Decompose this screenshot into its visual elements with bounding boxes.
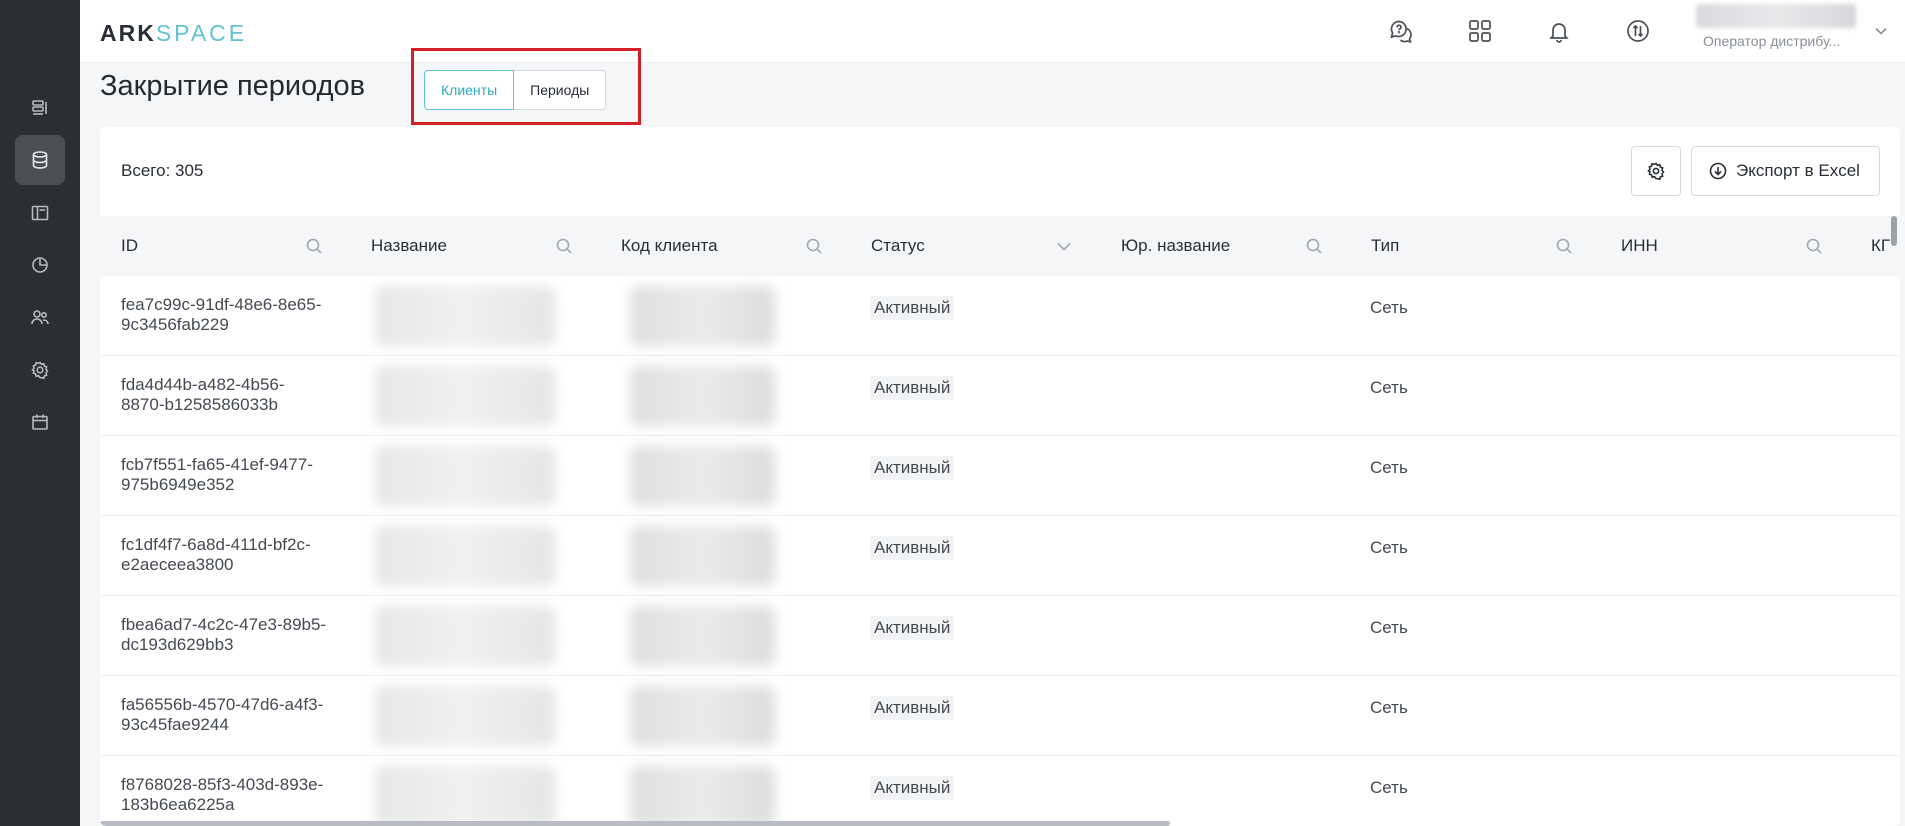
table-row[interactable]: fc1df4f7-6a8d-411d-bf2c-e2aeceea3800 Акт… [100,516,1900,596]
sync-icon[interactable] [1624,17,1652,45]
status-badge: Активный [870,536,955,560]
redacted-name [375,446,555,506]
user-name [1696,4,1856,28]
search-icon[interactable] [805,237,823,255]
search-icon[interactable] [1555,237,1573,255]
table-header: ID Название Код клиента Статус Юр. назва… [100,216,1900,276]
sidebar-item-panels[interactable] [15,188,65,238]
redacted-name [375,366,555,426]
panel-icon [31,205,49,221]
search-icon[interactable] [555,237,573,255]
export-label: Экспорт в Excel [1736,161,1860,180]
user-role: Оператор дистрибу... [1703,33,1841,49]
chevron-down-icon[interactable] [1055,237,1073,255]
column-header-client-code[interactable]: Код клиента [600,216,850,276]
list-layout-icon [32,100,47,115]
id-cell: f8768028-85f3-403d-893e- 183b6ea6225a [121,775,324,814]
sidebar-item-reports[interactable] [15,83,65,133]
logo[interactable]: ARKSPACE [100,20,247,47]
apps-grid-icon[interactable] [1466,17,1494,45]
user-menu[interactable]: Оператор дистрибу... [1696,2,1887,57]
redacted-client-code [630,526,775,586]
export-excel-button[interactable]: Экспорт в Excel [1691,146,1880,196]
redacted-client-code [630,366,775,426]
type-cell: Сеть [1370,778,1408,797]
redacted-client-code [630,286,775,346]
sidebar-item-users[interactable] [15,292,65,342]
tab-clients[interactable]: Клиенты [424,70,515,110]
id-cell: fa56556b-4570-47d6-a4f3- 93c45fae9244 [121,695,324,734]
redacted-name [375,766,555,826]
table-row[interactable]: fa56556b-4570-47d6-a4f3- 93c45fae9244 Акт… [100,676,1900,756]
table-row[interactable]: fda4d44b-a482-4b56- 8870-b1258586033b Акт… [100,356,1900,436]
redacted-name [375,686,555,746]
calendar-icon [32,414,48,430]
column-header-legal-name[interactable]: Юр. название [1100,216,1350,276]
redacted-name [375,286,555,346]
sidebar-item-settings[interactable] [15,345,65,395]
status-badge: Активный [870,616,955,640]
gear-icon [1647,162,1665,181]
type-cell: Сеть [1370,538,1408,557]
status-badge: Активный [870,456,955,480]
gear-icon [31,361,49,380]
table-row[interactable]: fea7c99c-91df-48e6-8e65- 9c3456fab229 Акт… [100,276,1900,356]
vertical-scrollbar[interactable] [1891,216,1897,246]
id-cell: fc1df4f7-6a8d-411d-bf2c-e2aeceea3800 [121,535,311,574]
search-icon[interactable] [305,237,323,255]
users-icon [31,310,49,325]
column-header-name[interactable]: Название [350,216,600,276]
redacted-name [375,606,555,666]
page-title: Закрытие периодов [100,70,366,102]
sidebar-item-calendar[interactable] [15,397,65,447]
status-badge: Активный [870,696,955,720]
database-icon [32,151,48,169]
total-count: Всего: 305 [121,161,204,180]
column-header-status[interactable]: Статус [850,216,1100,276]
column-header-inn[interactable]: ИНН [1600,216,1850,276]
table-row[interactable]: fcb7f551-fa65-41ef-9477- 975b6949e352 Акт… [100,436,1900,516]
sidebar-item-database[interactable] [15,135,65,185]
pie-chart-icon [32,257,48,273]
redacted-client-code [630,686,775,746]
status-badge: Активный [870,376,955,400]
id-cell: fbea6ad7-4c2c-47e3-89b5- dc193d629bb3 [121,615,327,654]
download-icon [1709,162,1727,180]
table-row[interactable]: f8768028-85f3-403d-893e- 183b6ea6225a Акт… [100,756,1900,826]
sidebar-item-analytics[interactable] [15,240,65,290]
type-cell: Сеть [1370,458,1408,477]
view-tabs: Клиенты Периоды [424,70,607,110]
tab-periods[interactable]: Периоды [514,70,607,110]
horizontal-scrollbar[interactable] [100,821,1170,826]
column-header-type[interactable]: Тип [1350,216,1600,276]
id-cell: fea7c99c-91df-48e6-8e65- 9c3456fab229 [121,295,322,334]
chevron-down-icon [1874,24,1887,36]
redacted-client-code [630,446,775,506]
table-row[interactable]: fbea6ad7-4c2c-47e3-89b5- dc193d629bb3 Акт… [100,596,1900,676]
search-icon[interactable] [1805,237,1823,255]
top-header: ARKSPACE Оператор дистрибу... [80,0,1905,63]
type-cell: Сеть [1370,698,1408,717]
bell-icon[interactable] [1545,17,1573,45]
type-cell: Сеть [1370,298,1408,317]
redacted-name [375,526,555,586]
column-header-id[interactable]: ID [100,216,350,276]
clients-card: Всего: 305 Экспорт в Excel ID Название К… [100,127,1900,826]
sidebar [0,0,80,826]
help-chat-icon[interactable] [1387,17,1415,45]
redacted-client-code [630,606,775,666]
id-cell: fda4d44b-a482-4b56- 8870-b1258586033b [121,375,285,414]
status-badge: Активный [870,296,955,320]
type-cell: Сеть [1370,378,1408,397]
id-cell: fcb7f551-fa65-41ef-9477- 975b6949e352 [121,455,313,494]
search-icon[interactable] [1305,237,1323,255]
redacted-client-code [630,766,775,826]
status-badge: Активный [870,776,955,800]
table-settings-button[interactable] [1631,146,1681,196]
type-cell: Сеть [1370,618,1408,637]
